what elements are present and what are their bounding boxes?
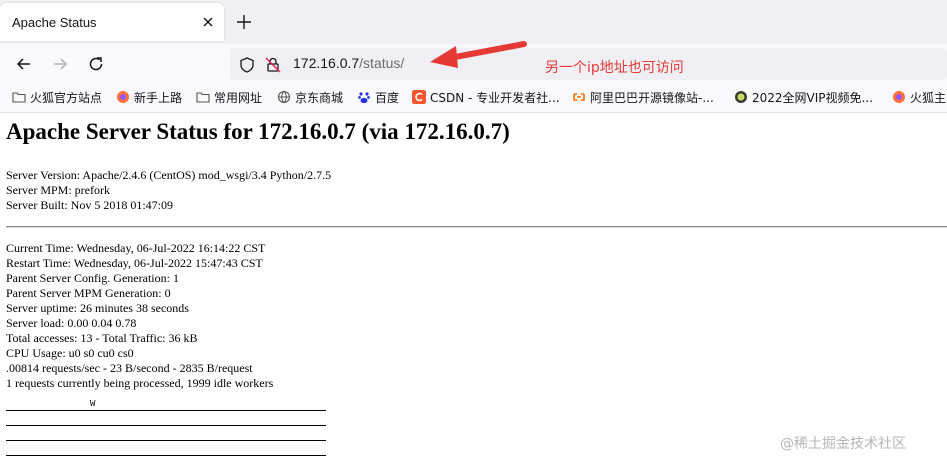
current-time: Current Time: Wednesday, 06-Jul-2022 16:… (6, 241, 266, 255)
folder-icon (12, 92, 26, 103)
bookmark-label: 火狐官方站点 (30, 91, 103, 105)
alibaba-icon (573, 93, 585, 101)
page-title: Apache Server Status for 172.16.0.7 (via… (6, 119, 510, 144)
server-stats: Current Time: Wednesday, 06-Jul-2022 16:… (6, 241, 273, 391)
watermark: @稀土掘金技术社区 (780, 436, 906, 452)
bookmark-item[interactable]: CSDN - 专业开发者社... (412, 89, 560, 107)
scoreboard-line (6, 426, 326, 441)
mpm-generation: Parent Server MPM Generation: 0 (6, 286, 171, 300)
reload-icon[interactable] (86, 54, 106, 74)
divider (6, 226, 947, 228)
bookmark-label: 百度 (375, 91, 400, 105)
url-text[interactable]: 172.16.0.7/status/ (293, 55, 404, 71)
bookmark-item[interactable]: 阿里巴巴开源镜像站-... (572, 89, 714, 107)
page-content: Apache Server Status for 172.16.0.7 (via… (0, 113, 947, 460)
server-load: Server load: 0.00 0.04 0.78 (6, 316, 137, 330)
cpu-usage: CPU Usage: u0 s0 cu0 cs0 (6, 346, 134, 360)
csdn-icon (412, 90, 426, 104)
total-accesses: Total accesses: 13 - Total Traffic: 36 k… (6, 331, 198, 345)
scoreboard: W (6, 396, 326, 456)
server-uptime: Server uptime: 26 minutes 38 seconds (6, 301, 189, 315)
tab-apache-status[interactable]: Apache Status (0, 3, 224, 41)
shield-icon[interactable] (238, 56, 256, 74)
annotation-text: 另一个ip地址也可访问 (545, 60, 684, 76)
folder-icon (196, 92, 210, 103)
baidu-icon (358, 92, 370, 104)
bookmark-label: 火狐主 (910, 91, 947, 105)
firefox-icon (117, 91, 129, 103)
server-version: Server Version: Apache/2.4.6 (CentOS) mo… (6, 168, 332, 182)
server-info: Server Version: Apache/2.4.6 (CentOS) mo… (6, 168, 331, 213)
bookmarks-toolbar: 火狐官方站点 新手上路 常用网址 京东商城 百度 CSDN - 专业开发者社..… (0, 84, 947, 113)
bookmark-label: 常用网址 (214, 91, 263, 105)
scoreboard-line (6, 411, 326, 426)
bookmark-label: 京东商城 (295, 91, 344, 105)
server-built: Server Built: Nov 5 2018 01:47:09 (6, 198, 173, 212)
new-tab-plus-icon[interactable] (234, 12, 254, 32)
server-mpm: Server MPM: prefork (6, 183, 110, 197)
config-generation: Parent Server Config. Generation: 1 (6, 271, 179, 285)
bookmark-item[interactable]: 京东商城 (277, 89, 343, 107)
bookmark-item[interactable]: 火狐主 (892, 89, 946, 107)
insecure-lock-icon[interactable] (264, 56, 282, 74)
scoreboard-line (6, 441, 326, 456)
bookmark-item[interactable]: 百度 (357, 89, 399, 107)
bookmark-label: CSDN - 专业开发者社... (430, 91, 560, 105)
back-arrow-icon[interactable] (14, 54, 34, 74)
vip-icon (735, 91, 747, 103)
globe-icon (277, 90, 291, 104)
annotation-arrow-icon (430, 41, 527, 68)
close-icon[interactable] (198, 12, 218, 32)
url-path: /status/ (359, 55, 405, 71)
url-host: 172.16.0.7 (293, 55, 360, 71)
restart-time: Restart Time: Wednesday, 06-Jul-2022 15:… (6, 256, 263, 270)
bookmark-label: 新手上路 (134, 91, 183, 105)
bookmark-item[interactable]: 火狐官方站点 (12, 89, 102, 107)
worker-status: 1 requests currently being processed, 19… (6, 376, 274, 390)
bookmark-item[interactable]: 新手上路 (116, 89, 182, 107)
bookmark-label: 2022全网VIP视频免... (752, 91, 873, 105)
scoreboard-line: W (6, 396, 326, 411)
bookmark-item[interactable]: 2022全网VIP视频免... (734, 89, 873, 107)
bookmark-label: 阿里巴巴开源镜像站-... (590, 91, 714, 105)
bookmark-item[interactable]: 常用网址 (196, 89, 262, 107)
forward-arrow-icon[interactable] (50, 54, 70, 74)
scoreboard-first-row: W (90, 399, 96, 409)
tab-title: Apache Status (12, 15, 97, 30)
firefox-icon (893, 91, 905, 103)
request-rate: .00814 requests/sec - 23 B/second - 2835… (6, 361, 253, 375)
